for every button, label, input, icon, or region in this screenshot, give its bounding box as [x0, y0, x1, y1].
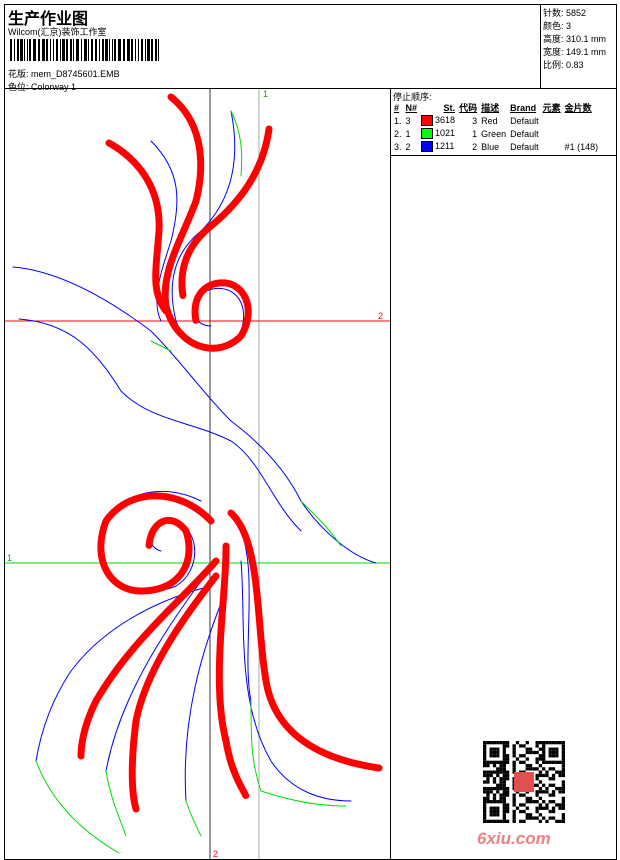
row-element	[541, 140, 563, 153]
row-index: 2.	[394, 128, 402, 139]
embroidery-preview: 1 2 1 2	[5, 89, 390, 859]
stat-colors: 颜色: 3	[543, 21, 572, 31]
row-desc: Red	[481, 115, 498, 126]
col-sequins: 金片数	[564, 103, 592, 113]
row-sequins	[563, 114, 601, 127]
col-desc: 描述	[481, 103, 500, 113]
row-needle: 2	[405, 141, 411, 152]
stats-panel: 针数: 5852 颜色: 3 高度: 310.1 mm 宽度: 149.1 mm…	[540, 4, 617, 89]
green-run	[260, 790, 347, 807]
col-brand: Brand	[510, 102, 537, 113]
row-code: 1	[472, 128, 478, 139]
stat-scale: 比例: 0.83	[543, 60, 584, 70]
panel-divider	[391, 155, 617, 156]
row-code: 3	[472, 115, 478, 126]
row-brand: Default	[510, 128, 539, 139]
production-worksheet: 生产作业图 Wilcom(汇京)装饰工作室 花版: mem_D8745601.E…	[0, 0, 620, 860]
marker-top: 1	[263, 89, 268, 99]
red-satin	[227, 509, 383, 772]
color-table: # N# St. 代码 描述 Brand 元素 金片数 1. 3 3618 3 …	[392, 101, 600, 153]
header: 生产作业图 Wilcom(汇京)装饰工作室 花版: mem_D8745601.E…	[4, 4, 541, 92]
row-needle: 1	[405, 128, 411, 139]
marker-right: 2	[378, 311, 383, 321]
color-swatch	[421, 128, 434, 140]
row-index: 3.	[394, 141, 402, 152]
stat-width: 宽度: 149.1 mm	[543, 47, 607, 57]
color-swatch	[421, 141, 434, 153]
color-row: 1. 3 3618 3 Red Default	[392, 114, 600, 127]
marker-left: 1	[7, 553, 12, 563]
design-label: 花版:	[8, 69, 29, 79]
col-stitches: St.	[443, 102, 456, 113]
col-code: 代码	[459, 103, 478, 113]
row-needle: 3	[405, 115, 411, 126]
row-code: 2	[472, 141, 478, 152]
design-file: 花版: mem_D8745601.EMB	[8, 67, 120, 80]
qr-code	[483, 741, 565, 823]
red-satin	[97, 492, 215, 595]
studio-name: Wilcom(汇京)装饰工作室	[8, 27, 107, 37]
green-run	[105, 770, 127, 837]
row-brand: Default	[510, 115, 539, 126]
green-run	[185, 800, 202, 837]
row-brand: Default	[510, 141, 539, 152]
col-element: 元素	[542, 103, 561, 113]
green-run	[150, 340, 172, 352]
stat-height: 高度: 310.1 mm	[543, 34, 607, 44]
col-needle: N#	[405, 102, 418, 113]
color-row: 2. 1 1021 1 Green Default	[392, 127, 600, 140]
color-row: 3. 2 1211 2 Blue Default #1 (148)	[392, 140, 600, 153]
row-desc: Green	[481, 128, 507, 139]
row-desc: Blue	[481, 141, 500, 152]
design-value: mem_D8745601.EMB	[31, 69, 120, 79]
stat-stitches: 针数: 5852	[543, 8, 587, 18]
barcode	[10, 39, 159, 61]
row-element	[541, 127, 563, 140]
design-canvas[interactable]: 1 2 1 2	[4, 88, 391, 860]
row-sequins	[563, 127, 601, 140]
color-swatch	[421, 115, 434, 127]
watermark: 6xiu.com	[477, 829, 551, 848]
row-element	[541, 114, 563, 127]
row-stitches: 3618	[419, 114, 457, 127]
row-index: 1.	[394, 115, 402, 126]
red-satin	[105, 139, 170, 315]
stop-sequence-panel: 停止顺序: # N# St. 代码 描述 Brand 元素 金片数 1. 3 3…	[390, 88, 617, 860]
col-index: #	[394, 102, 400, 113]
red-satin	[161, 93, 252, 352]
row-sequins: #1 (148)	[564, 141, 599, 152]
marker-bottom: 2	[213, 849, 218, 859]
row-stitches: 1021	[419, 127, 457, 140]
row-stitches: 1211	[419, 140, 457, 153]
